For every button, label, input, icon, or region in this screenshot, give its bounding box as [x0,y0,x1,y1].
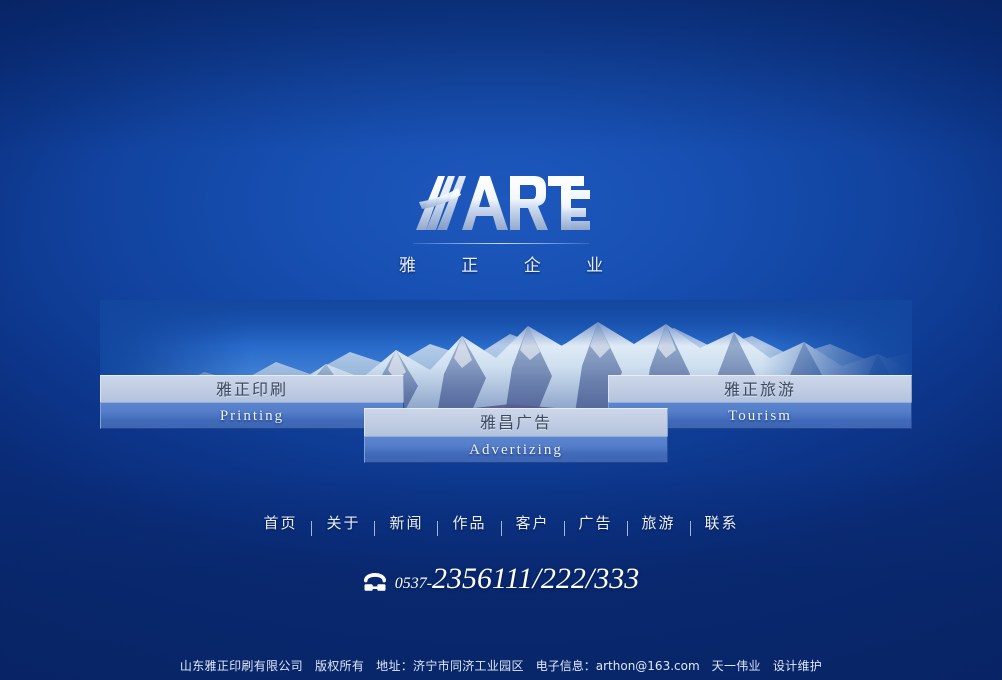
footer: 山东雅正印刷有限公司 版权所有 地址：济宁市同济工业园区 电子信息：arthon@16… [0,658,1002,674]
section-button-printing[interactable]: 雅正印刷 Printing [100,375,404,429]
telephone-icon [363,573,386,591]
phone-area-code: 0537- [394,575,433,592]
nav-item-ads[interactable]: 广告 [565,512,627,534]
footer-designer: 天一伟业 [711,659,761,673]
footer-email: 电子信息：arthon@163.com [535,659,700,673]
phone-number: 2356111/222/333 [432,562,640,595]
section-button-advertizing[interactable]: 雅昌广告 Advertizing [364,408,668,463]
nav-item-home[interactable]: 首页 [249,512,311,534]
logo-subtitle: 雅 正 企 业 [398,256,624,276]
footer-designer-role: 设计维护 [772,659,823,673]
nav-item-news[interactable]: 新闻 [375,512,437,534]
contact-phone: 0537-2356111/222/333 [0,562,1002,596]
logo-divider [413,243,589,244]
footer-address: 地址：济宁市同济工业园区 [376,659,524,673]
section-label-en: Advertizing [364,436,668,463]
nav-item-clients[interactable]: 客户 [502,512,564,534]
section-label-cn: 雅昌广告 [364,408,668,436]
section-label-cn: 雅正旅游 [608,375,912,402]
main-nav: 首页 关于 新闻 作品 客户 广告 旅游 联系 [0,512,1002,536]
nav-item-contact[interactable]: 联系 [691,512,753,534]
footer-copyright: 版权所有 [314,659,365,673]
art-zheng-logotype-icon [416,176,590,230]
page-root: 雅 正 企 业 雅正印刷 Printing 雅正旅游 Tourism 雅昌广告 … [0,0,1002,680]
footer-company: 山东雅正印刷有限公司 [179,659,303,673]
nav-item-about[interactable]: 关于 [312,512,374,534]
section-label-cn: 雅正印刷 [100,375,404,402]
site-logo[interactable]: 雅 正 企 业 [0,172,1002,276]
section-label-en: Printing [100,402,404,429]
nav-item-tourism[interactable]: 旅游 [628,512,690,534]
nav-item-works[interactable]: 作品 [438,512,500,534]
